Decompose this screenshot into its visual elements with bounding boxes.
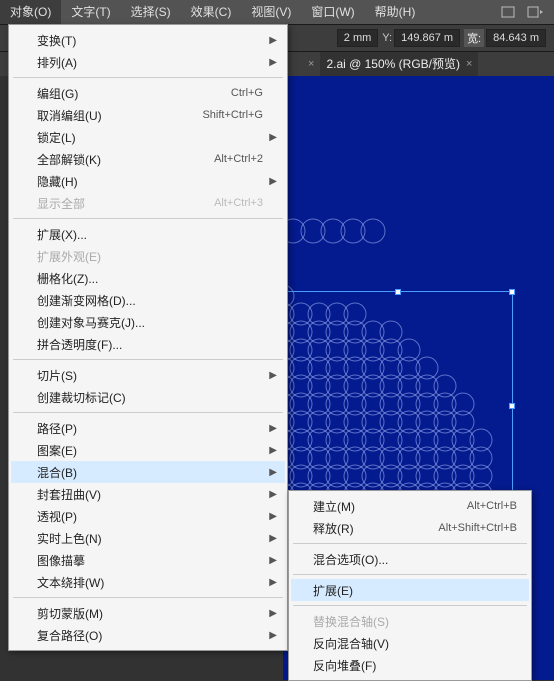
chevron-right-icon: ▶ [269, 176, 277, 187]
toolbar-icon-2[interactable] [526, 4, 546, 20]
menu-group[interactable]: 编组(G)Ctrl+G [11, 82, 285, 104]
separator [13, 597, 283, 598]
menu-arrange[interactable]: 排列(A)▶ [11, 51, 285, 73]
menu-envelope[interactable]: 封套扭曲(V)▶ [11, 483, 285, 505]
y-field[interactable]: 149.867 m [394, 29, 460, 47]
separator [293, 605, 527, 606]
submenu-reverse-front[interactable]: 反向堆叠(F) [291, 654, 529, 676]
blend-submenu: 建立(M)Alt+Ctrl+B 释放(R)Alt+Shift+Ctrl+B 混合… [288, 490, 532, 681]
menu-clipping-mask[interactable]: 剪切蒙版(M)▶ [11, 602, 285, 624]
menu-pattern[interactable]: 图案(E)▶ [11, 439, 285, 461]
menu-live-paint[interactable]: 实时上色(N)▶ [11, 527, 285, 549]
menu-slice[interactable]: 切片(S)▶ [11, 364, 285, 386]
toolbar-icon-1[interactable] [498, 4, 518, 20]
separator [293, 574, 527, 575]
menu-object[interactable]: 对象(O) [0, 0, 61, 24]
menu-expand[interactable]: 扩展(X)... [11, 223, 285, 245]
chevron-right-icon: ▶ [269, 489, 277, 500]
handle[interactable] [509, 289, 515, 295]
w-field[interactable]: 84.643 m [486, 29, 546, 47]
submenu-make[interactable]: 建立(M)Alt+Ctrl+B [291, 495, 529, 517]
submenu-reverse-spine[interactable]: 反向混合轴(V) [291, 632, 529, 654]
menu-text-wrap[interactable]: 文本绕排(W)▶ [11, 571, 285, 593]
chevron-right-icon: ▶ [269, 370, 277, 381]
chevron-right-icon: ▶ [269, 555, 277, 566]
handle[interactable] [395, 289, 401, 295]
chevron-right-icon: ▶ [269, 445, 277, 456]
separator [293, 543, 527, 544]
object-menu-dropdown: 变换(T)▶ 排列(A)▶ 编组(G)Ctrl+G 取消编组(U)Shift+C… [8, 24, 288, 651]
menu-blend[interactable]: 混合(B)▶ [11, 461, 285, 483]
menu-path[interactable]: 路径(P)▶ [11, 417, 285, 439]
menu-compound-path[interactable]: 复合路径(O)▶ [11, 624, 285, 646]
menu-view[interactable]: 视图(V) [241, 0, 301, 24]
w-label: 宽: [464, 29, 484, 47]
close-icon[interactable]: × [466, 52, 472, 76]
chevron-right-icon: ▶ [269, 132, 277, 143]
tab-doc-1[interactable]: × [300, 52, 320, 76]
chevron-right-icon: ▶ [269, 467, 277, 478]
separator [13, 359, 283, 360]
submenu-replace-spine: 替换混合轴(S) [291, 610, 529, 632]
menu-expand-appearance: 扩展外观(E) [11, 245, 285, 267]
menu-hide[interactable]: 隐藏(H)▶ [11, 170, 285, 192]
menu-ungroup[interactable]: 取消编组(U)Shift+Ctrl+G [11, 104, 285, 126]
menu-show-all: 显示全部Alt+Ctrl+3 [11, 192, 285, 214]
tab-doc-2[interactable]: 2.ai @ 150% (RGB/预览)× [320, 52, 478, 76]
menu-gradient-mesh[interactable]: 创建渐变网格(D)... [11, 289, 285, 311]
menu-help[interactable]: 帮助(H) [365, 0, 426, 24]
menu-select[interactable]: 选择(S) [121, 0, 181, 24]
menu-flatten-transparency[interactable]: 拼合透明度(F)... [11, 333, 285, 355]
menu-image-trace[interactable]: 图像描摹▶ [11, 549, 285, 571]
menubar: 对象(O) 文字(T) 选择(S) 效果(C) 视图(V) 窗口(W) 帮助(H… [0, 0, 554, 24]
chevron-right-icon: ▶ [269, 630, 277, 641]
y-label: Y: [382, 32, 392, 44]
menu-effect[interactable]: 效果(C) [181, 0, 242, 24]
submenu-release[interactable]: 释放(R)Alt+Shift+Ctrl+B [291, 517, 529, 539]
chevron-right-icon: ▶ [269, 577, 277, 588]
separator [13, 218, 283, 219]
chevron-right-icon: ▶ [269, 35, 277, 46]
tab-label: 2.ai @ 150% (RGB/预览) [326, 52, 460, 76]
menu-object-mosaic[interactable]: 创建对象马赛克(J)... [11, 311, 285, 333]
chevron-right-icon: ▶ [269, 608, 277, 619]
menu-unlock-all[interactable]: 全部解锁(K)Alt+Ctrl+2 [11, 148, 285, 170]
menu-lock[interactable]: 锁定(L)▶ [11, 126, 285, 148]
menu-transform[interactable]: 变换(T)▶ [11, 29, 285, 51]
separator [13, 412, 283, 413]
chevron-right-icon: ▶ [269, 533, 277, 544]
chevron-right-icon: ▶ [269, 511, 277, 522]
separator [13, 77, 283, 78]
menu-type[interactable]: 文字(T) [61, 0, 120, 24]
submenu-options[interactable]: 混合选项(O)... [291, 548, 529, 570]
menu-trim-marks[interactable]: 创建裁切标记(C) [11, 386, 285, 408]
menu-window[interactable]: 窗口(W) [301, 0, 364, 24]
menu-perspective[interactable]: 透视(P)▶ [11, 505, 285, 527]
chevron-right-icon: ▶ [269, 57, 277, 68]
submenu-expand[interactable]: 扩展(E) [291, 579, 529, 601]
unit-field[interactable]: 2 mm [337, 29, 379, 47]
close-icon[interactable]: × [308, 52, 314, 76]
chevron-right-icon: ▶ [269, 423, 277, 434]
menu-rasterize[interactable]: 栅格化(Z)... [11, 267, 285, 289]
selection-bounds [283, 291, 513, 521]
handle[interactable] [509, 403, 515, 409]
